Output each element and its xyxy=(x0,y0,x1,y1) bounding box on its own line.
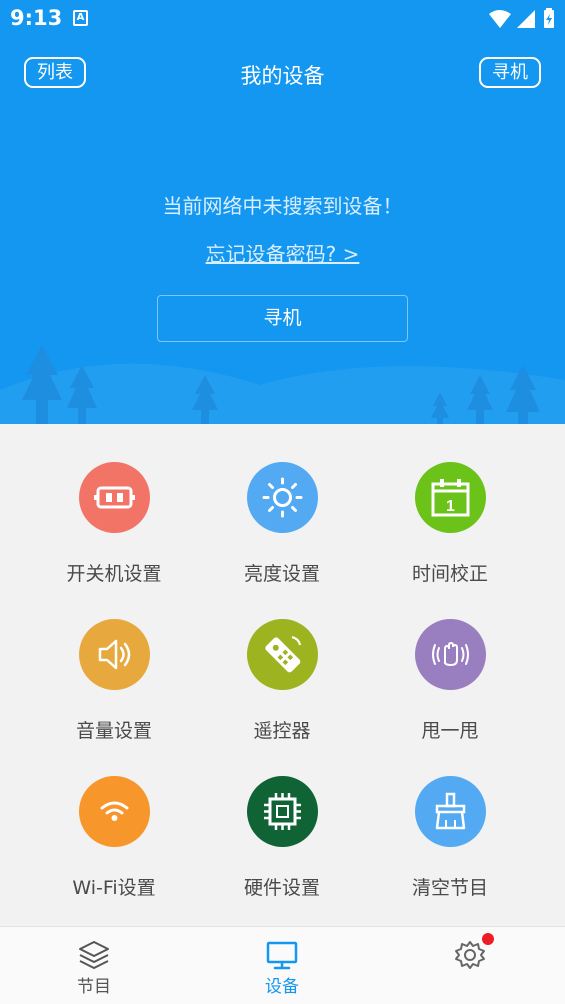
app-notification-icon: A xyxy=(73,10,88,26)
status-time: 9:13 xyxy=(10,6,63,30)
tab-devices[interactable]: 设备 xyxy=(188,927,376,1004)
bottom-navigation: 节目 设备 xyxy=(0,926,565,1004)
svg-text:1: 1 xyxy=(446,498,455,515)
tile-remote-control[interactable]: 遥控器 xyxy=(188,581,376,742)
tile-label: 清空节目 xyxy=(411,877,488,899)
tab-settings[interactable] xyxy=(376,927,564,1004)
monitor-icon xyxy=(266,941,298,970)
tab-programs[interactable]: 节目 xyxy=(0,927,188,1004)
brightness-icon xyxy=(247,462,318,533)
tile-hardware-settings[interactable]: 硬件设置 xyxy=(188,738,376,899)
remote-icon xyxy=(247,619,318,690)
tile-clear-programs[interactable]: 清空节目 xyxy=(356,738,544,899)
power-plug-icon xyxy=(79,462,150,533)
wifi-signal-icon xyxy=(489,10,511,28)
notification-badge xyxy=(482,933,494,945)
tab-label: 节目 xyxy=(77,977,111,997)
wifi-icon xyxy=(79,776,150,847)
broom-icon xyxy=(415,776,486,847)
tile-label: Wi-Fi设置 xyxy=(72,877,156,899)
tile-brightness-settings[interactable]: 亮度设置 xyxy=(188,424,376,585)
tile-volume-settings[interactable]: 音量设置 xyxy=(20,581,208,742)
chip-icon xyxy=(247,776,318,847)
status-icons xyxy=(489,8,554,28)
search-device-button-top[interactable]: 寻机 xyxy=(479,57,541,88)
cell-signal-icon xyxy=(517,10,535,28)
shake-hand-icon xyxy=(415,619,486,690)
calendar-icon: 1 xyxy=(415,462,486,533)
no-device-message: 当前网络中未搜索到设备！ xyxy=(162,194,403,218)
tile-label: 硬件设置 xyxy=(243,877,320,899)
tile-time-correction[interactable]: 1 时间校正 xyxy=(356,424,544,585)
trees-scenery-illustration xyxy=(0,345,565,424)
volume-icon xyxy=(79,619,150,690)
tile-power-settings[interactable]: 开关机设置 xyxy=(20,424,208,585)
header-banner: 9:13 A 列表 我的设备 寻机 当前网络中未搜索到设备！ 忘记设备密码? >… xyxy=(0,0,565,424)
layers-icon xyxy=(79,941,109,969)
forgot-password-link-wrap[interactable]: 忘记设备密码? > xyxy=(0,238,565,267)
tile-shake[interactable]: 甩一甩 xyxy=(356,581,544,742)
settings-icon xyxy=(455,941,485,969)
forgot-password-link[interactable]: 忘记设备密码? > xyxy=(206,242,360,266)
status-bar: 9:13 A xyxy=(0,0,565,38)
feature-grid: 开关机设置 亮度设置 1 时间校正 音量设置 遥控器 甩一甩 Wi-Fi设置 硬… xyxy=(0,424,565,926)
tab-label: 设备 xyxy=(265,977,299,997)
tile-wifi-settings[interactable]: Wi-Fi设置 xyxy=(20,738,208,899)
